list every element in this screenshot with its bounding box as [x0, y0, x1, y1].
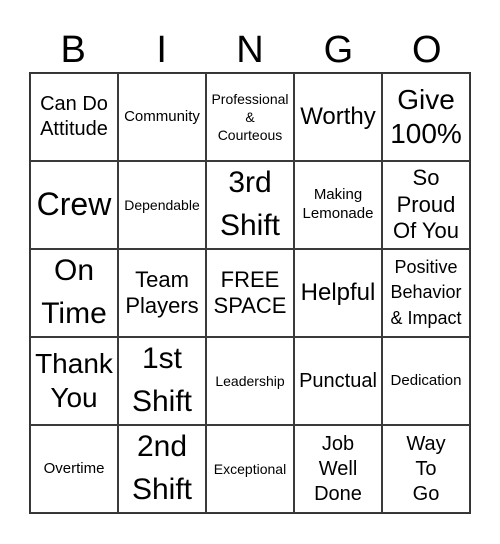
bingo-cell[interactable]: Leadership	[206, 337, 294, 425]
bingo-cell[interactable]: Exceptional	[206, 425, 294, 513]
bingo-cell[interactable]: Thank You	[30, 337, 118, 425]
bingo-cell[interactable]: Helpful	[294, 249, 382, 337]
bingo-cell[interactable]: So Proud Of You	[382, 161, 470, 249]
bingo-cell[interactable]: Can Do Attitude	[30, 73, 118, 161]
bingo-header: B I N G O	[29, 28, 471, 72]
bingo-cell[interactable]: On Time	[30, 249, 118, 337]
bingo-cell[interactable]: Give 100%	[382, 73, 470, 161]
bingo-cell[interactable]: 1st Shift	[118, 337, 206, 425]
bingo-cell[interactable]: Way To Go	[382, 425, 470, 513]
bingo-cell[interactable]: Overtime	[30, 425, 118, 513]
bingo-board: Can Do Attitude Community Professional &…	[29, 72, 471, 514]
bingo-cell[interactable]: Making Lemonade	[294, 161, 382, 249]
header-letter-n: N	[236, 29, 264, 71]
bingo-cell[interactable]: Punctual	[294, 337, 382, 425]
bingo-cell[interactable]: Team Players	[118, 249, 206, 337]
header-letter-g: G	[323, 29, 354, 71]
bingo-cell[interactable]: Positive Behavior & Impact	[382, 249, 470, 337]
bingo-cell[interactable]: Worthy	[294, 73, 382, 161]
bingo-cell[interactable]: 2nd Shift	[118, 425, 206, 513]
header-letter-i: I	[156, 29, 167, 71]
bingo-cell[interactable]: Professional & Courteous	[206, 73, 294, 161]
header-letter-b: B	[60, 29, 86, 71]
bingo-cell[interactable]: Crew	[30, 161, 118, 249]
bingo-cell[interactable]: Dependable	[118, 161, 206, 249]
bingo-cell[interactable]: 3rd Shift	[206, 161, 294, 249]
bingo-cell[interactable]: Job Well Done	[294, 425, 382, 513]
bingo-cell[interactable]: Dedication	[382, 337, 470, 425]
header-letter-o: O	[412, 29, 442, 71]
free-space-cell[interactable]: FREE SPACE	[206, 249, 294, 337]
bingo-cell[interactable]: Community	[118, 73, 206, 161]
